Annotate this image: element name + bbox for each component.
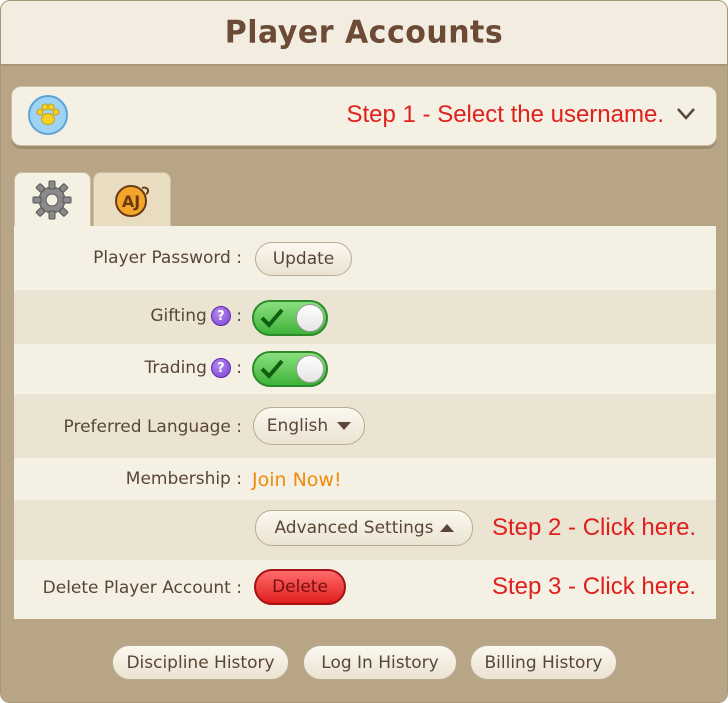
tab-settings[interactable] — [14, 172, 91, 228]
checkmark-icon — [260, 308, 284, 328]
paw-icon — [28, 95, 68, 135]
language-label: Preferred Language : — [63, 417, 242, 437]
membership-label: Membership : — [125, 469, 242, 489]
password-row: Player Password : Update — [14, 226, 716, 290]
password-label: Player Password : — [93, 248, 242, 268]
language-row: Preferred Language : English — [14, 394, 716, 458]
gifting-help-icon[interactable]: ? — [210, 306, 231, 326]
trading-row: Trading? : — [14, 344, 716, 394]
settings-panel: Player Password : Update Gifting? : Trad… — [14, 226, 716, 619]
advanced-settings-button[interactable]: Advanced Settings — [255, 510, 473, 546]
step2-note: Step 2 - Click here. — [492, 514, 697, 541]
svg-text:AJ: AJ — [122, 192, 140, 211]
delete-row: Delete Player Account : Step 3 - Click h… — [14, 560, 716, 619]
step3-note: Step 3 - Click here. — [492, 573, 697, 600]
page-title: Player Accounts — [224, 14, 504, 51]
advanced-row: Advanced Settings Step 2 - Click here. — [14, 500, 716, 560]
toggle-knob — [296, 355, 324, 383]
billing-history-button[interactable]: Billing History — [470, 645, 617, 680]
toggle-knob — [296, 304, 324, 332]
update-password-button[interactable]: Update — [255, 242, 352, 276]
gear-icon — [32, 180, 72, 220]
membership-row: Membership : — [14, 458, 716, 500]
discipline-history-button[interactable]: Discipline History — [112, 645, 289, 680]
checkmark-icon — [260, 359, 284, 379]
trading-help-icon[interactable]: ? — [210, 358, 231, 378]
login-history-button[interactable]: Log In History — [303, 645, 457, 680]
gifting-label: Gifting? : — [150, 306, 242, 326]
trading-label: Trading? : — [144, 358, 242, 378]
caret-up-icon — [439, 524, 454, 532]
select-username-prompt: Step 1 - Select the username. — [346, 101, 664, 128]
username-select[interactable]: Step 1 - Select the username. — [11, 86, 717, 146]
gifting-row: Gifting? : — [14, 290, 716, 344]
tab-aj[interactable]: AJ — [93, 172, 171, 226]
delete-account-button[interactable]: Delete — [254, 569, 346, 605]
delete-label: Delete Player Account : — [42, 578, 242, 598]
aj-logo-icon: AJ — [115, 185, 150, 217]
trading-toggle[interactable] — [252, 351, 328, 387]
advanced-settings-label: Advanced Settings — [274, 518, 434, 538]
join-now-link[interactable]: Join Now! — [252, 469, 342, 491]
player-accounts-window: Player Accounts Step 1 - Select the user… — [0, 0, 728, 703]
chevron-down-icon[interactable] — [676, 107, 696, 121]
language-select[interactable]: English — [253, 407, 365, 445]
caret-down-icon — [337, 422, 352, 430]
gifting-toggle[interactable] — [252, 300, 328, 336]
header: Player Accounts — [1, 1, 727, 66]
language-value: English — [266, 416, 329, 436]
